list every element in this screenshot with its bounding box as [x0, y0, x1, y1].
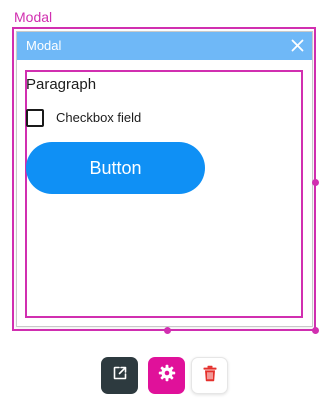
resize-handle-right[interactable]: [312, 179, 319, 186]
paragraph-text: Paragraph: [26, 76, 97, 93]
editor-canvas: Modal Modal Paragraph Checkbox field But…: [0, 0, 328, 405]
close-icon[interactable]: [289, 37, 306, 54]
resize-handle-corner[interactable]: [312, 327, 319, 334]
checkbox[interactable]: [26, 109, 44, 127]
settings-button[interactable]: [148, 357, 185, 394]
trash-icon: [202, 365, 218, 387]
modal-title: Modal: [26, 38, 62, 53]
resize-handle-bottom[interactable]: [164, 327, 171, 334]
primary-button[interactable]: Button: [26, 142, 205, 194]
checkbox-field[interactable]: Checkbox field: [26, 108, 141, 128]
gear-icon: [158, 364, 176, 387]
modal-header: Modal: [17, 32, 312, 60]
open-external-icon: [112, 365, 128, 386]
delete-button[interactable]: [191, 357, 228, 394]
open-external-button[interactable]: [101, 357, 138, 394]
selection-label: Modal: [14, 9, 53, 25]
checkbox-label: Checkbox field: [56, 110, 142, 125]
